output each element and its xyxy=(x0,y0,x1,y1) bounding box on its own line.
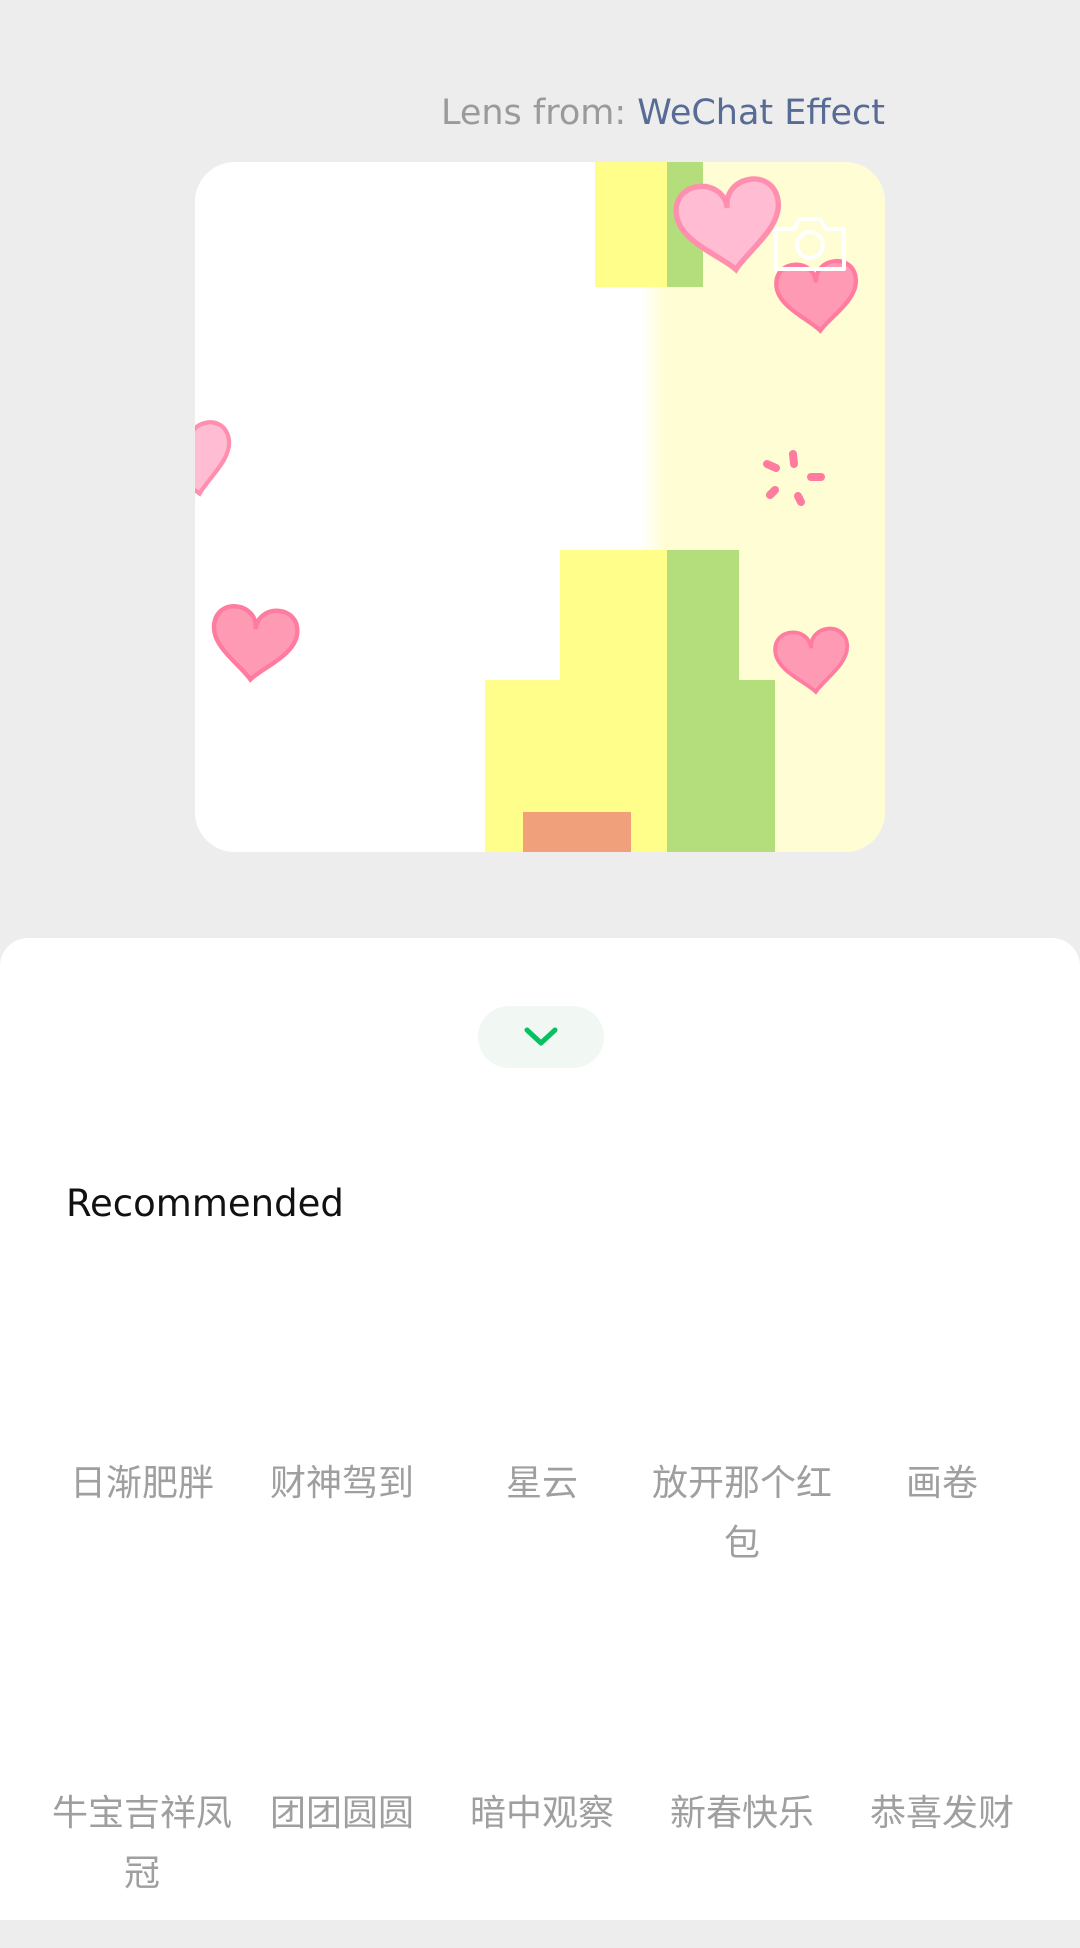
effect-thumbnail xyxy=(682,1648,802,1768)
effect-item[interactable]: 财神驾到 xyxy=(242,1288,442,1618)
collapse-button[interactable] xyxy=(478,1006,604,1068)
effect-thumbnail xyxy=(482,1648,602,1768)
effect-thumbnail xyxy=(482,1318,602,1438)
effect-item[interactable]: 恭喜发财 xyxy=(842,1618,1042,1948)
effects-row: 日渐肥胖 财神驾到 星云 放开那个红包 画卷 xyxy=(42,1288,1042,1618)
section-title: Recommended xyxy=(66,1182,344,1225)
effect-label: 暗中观察 xyxy=(469,1793,614,1834)
lens-source-link[interactable]: WeChat Effect xyxy=(637,93,885,133)
effect-thumbnail xyxy=(882,1318,1002,1438)
preview-block-yellow-top xyxy=(595,162,667,287)
camera-icon xyxy=(774,217,846,271)
effect-thumbnail xyxy=(82,1648,202,1768)
effect-item[interactable]: 画卷 xyxy=(842,1288,1042,1618)
effect-label: 财神驾到 xyxy=(269,1463,414,1504)
effect-label: 团团圆圆 xyxy=(269,1793,414,1834)
effect-item[interactable]: 星云 xyxy=(442,1288,642,1618)
effect-item[interactable]: 放开那个红包 xyxy=(642,1288,842,1618)
preview-block-green-mid xyxy=(667,550,739,852)
effect-thumbnail xyxy=(882,1648,1002,1768)
chevron-down-icon xyxy=(524,1027,558,1046)
effect-thumbnail xyxy=(282,1318,402,1438)
effect-item[interactable]: 团团圆圆 xyxy=(242,1618,442,1948)
lens-source-prefix: Lens from: xyxy=(440,93,638,133)
effects-row: 牛宝吉祥凤冠 团团圆圆 暗中观察 新春快乐 恭喜发财 xyxy=(42,1618,1042,1948)
effect-label: 日渐肥胖 xyxy=(69,1463,214,1504)
effect-label: 新春快乐 xyxy=(669,1793,814,1834)
effect-label: 画卷 xyxy=(905,1463,978,1504)
lens-source: Lens from: WeChat Effect xyxy=(441,93,885,133)
effect-thumbnail xyxy=(82,1318,202,1438)
effect-thumbnail xyxy=(282,1648,402,1768)
effect-item[interactable]: 日渐肥胖 xyxy=(42,1288,242,1618)
effect-item[interactable]: 暗中观察 xyxy=(442,1618,642,1948)
effect-item[interactable]: 牛宝吉祥凤冠 xyxy=(42,1618,242,1948)
effect-label: 牛宝吉祥凤冠 xyxy=(51,1793,232,1894)
preview-block-orange xyxy=(523,812,631,852)
preview-block-yellow-mid xyxy=(560,550,667,680)
effect-thumbnail xyxy=(682,1318,802,1438)
effects-grid: 日渐肥胖 财神驾到 星云 放开那个红包 画卷 牛宝吉祥凤冠 团团圆圆 暗中观察 … xyxy=(42,1288,1042,1948)
camera-button[interactable] xyxy=(770,207,850,277)
effect-label: 恭喜发财 xyxy=(869,1793,1014,1834)
effects-sheet: Recommended 日渐肥胖 财神驾到 星云 放开那个红包 画卷 牛宝吉祥凤… xyxy=(0,938,1080,1920)
preview-block-green-low xyxy=(739,680,775,852)
effect-item[interactable]: 新春快乐 xyxy=(642,1618,842,1948)
effect-label: 放开那个红包 xyxy=(651,1463,832,1564)
effect-label: 星云 xyxy=(505,1463,578,1504)
effect-preview[interactable] xyxy=(195,162,885,852)
